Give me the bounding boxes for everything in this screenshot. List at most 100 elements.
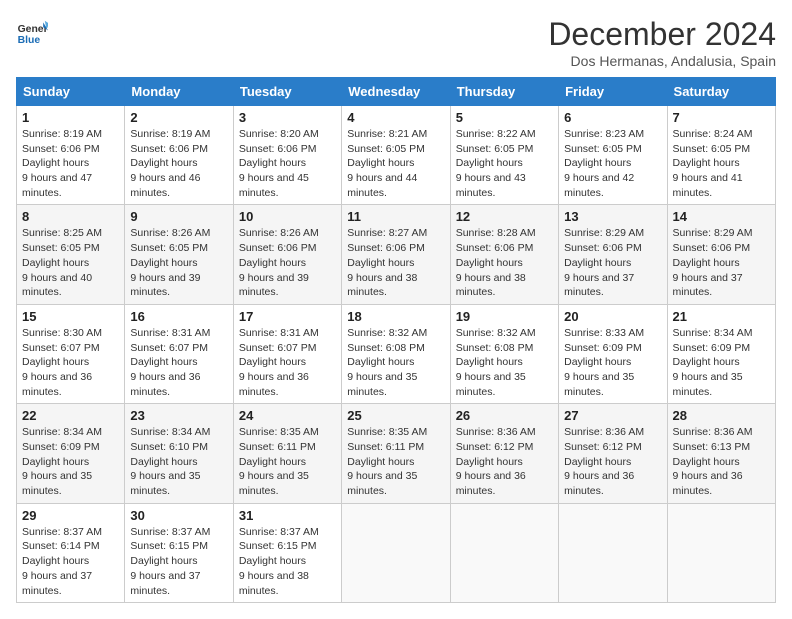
day-number: 14 [673,209,770,224]
day-info: Sunrise: 8:23 AMSunset: 6:05 PMDaylight … [564,128,644,199]
day-info: Sunrise: 8:21 AMSunset: 6:05 PMDaylight … [347,128,427,199]
weekday-header-thursday: Thursday [450,78,558,106]
day-info: Sunrise: 8:31 AMSunset: 6:07 PMDaylight … [130,327,210,398]
calendar-cell: 9 Sunrise: 8:26 AMSunset: 6:05 PMDayligh… [125,205,233,304]
day-info: Sunrise: 8:34 AMSunset: 6:10 PMDaylight … [130,426,210,497]
calendar-table: SundayMondayTuesdayWednesdayThursdayFrid… [16,77,776,603]
day-info: Sunrise: 8:29 AMSunset: 6:06 PMDaylight … [564,227,644,298]
day-number: 7 [673,110,770,125]
day-number: 18 [347,309,444,324]
day-number: 2 [130,110,227,125]
day-info: Sunrise: 8:34 AMSunset: 6:09 PMDaylight … [673,327,753,398]
day-info: Sunrise: 8:36 AMSunset: 6:13 PMDaylight … [673,426,753,497]
day-info: Sunrise: 8:37 AMSunset: 6:14 PMDaylight … [22,526,102,597]
day-info: Sunrise: 8:20 AMSunset: 6:06 PMDaylight … [239,128,319,199]
day-number: 19 [456,309,553,324]
day-info: Sunrise: 8:26 AMSunset: 6:06 PMDaylight … [239,227,319,298]
calendar-cell: 2 Sunrise: 8:19 AMSunset: 6:06 PMDayligh… [125,106,233,205]
day-info: Sunrise: 8:33 AMSunset: 6:09 PMDaylight … [564,327,644,398]
day-number: 3 [239,110,336,125]
weekday-header-wednesday: Wednesday [342,78,450,106]
week-row-5: 29 Sunrise: 8:37 AMSunset: 6:14 PMDaylig… [17,503,776,602]
day-number: 25 [347,408,444,423]
day-number: 15 [22,309,119,324]
day-number: 6 [564,110,661,125]
weekday-header-sunday: Sunday [17,78,125,106]
day-number: 5 [456,110,553,125]
day-number: 24 [239,408,336,423]
day-info: Sunrise: 8:24 AMSunset: 6:05 PMDaylight … [673,128,753,199]
calendar-cell: 23 Sunrise: 8:34 AMSunset: 6:10 PMDaylig… [125,404,233,503]
calendar-cell: 20 Sunrise: 8:33 AMSunset: 6:09 PMDaylig… [559,304,667,403]
calendar-cell: 19 Sunrise: 8:32 AMSunset: 6:08 PMDaylig… [450,304,558,403]
day-info: Sunrise: 8:37 AMSunset: 6:15 PMDaylight … [239,526,319,597]
calendar-cell [342,503,450,602]
calendar-cell: 26 Sunrise: 8:36 AMSunset: 6:12 PMDaylig… [450,404,558,503]
calendar-cell: 8 Sunrise: 8:25 AMSunset: 6:05 PMDayligh… [17,205,125,304]
calendar-cell: 22 Sunrise: 8:34 AMSunset: 6:09 PMDaylig… [17,404,125,503]
day-number: 31 [239,508,336,523]
day-info: Sunrise: 8:22 AMSunset: 6:05 PMDaylight … [456,128,536,199]
day-info: Sunrise: 8:36 AMSunset: 6:12 PMDaylight … [564,426,644,497]
month-title: December 2024 [548,16,776,53]
day-number: 30 [130,508,227,523]
weekday-header-friday: Friday [559,78,667,106]
week-row-4: 22 Sunrise: 8:34 AMSunset: 6:09 PMDaylig… [17,404,776,503]
day-number: 9 [130,209,227,224]
calendar-cell: 3 Sunrise: 8:20 AMSunset: 6:06 PMDayligh… [233,106,341,205]
day-number: 4 [347,110,444,125]
calendar-cell: 31 Sunrise: 8:37 AMSunset: 6:15 PMDaylig… [233,503,341,602]
day-info: Sunrise: 8:37 AMSunset: 6:15 PMDaylight … [130,526,210,597]
day-number: 12 [456,209,553,224]
week-row-1: 1 Sunrise: 8:19 AMSunset: 6:06 PMDayligh… [17,106,776,205]
day-info: Sunrise: 8:30 AMSunset: 6:07 PMDaylight … [22,327,102,398]
calendar-cell: 21 Sunrise: 8:34 AMSunset: 6:09 PMDaylig… [667,304,775,403]
day-number: 22 [22,408,119,423]
weekday-header-tuesday: Tuesday [233,78,341,106]
day-info: Sunrise: 8:36 AMSunset: 6:12 PMDaylight … [456,426,536,497]
weekday-header-row: SundayMondayTuesdayWednesdayThursdayFrid… [17,78,776,106]
calendar-cell: 7 Sunrise: 8:24 AMSunset: 6:05 PMDayligh… [667,106,775,205]
day-number: 17 [239,309,336,324]
calendar-cell: 30 Sunrise: 8:37 AMSunset: 6:15 PMDaylig… [125,503,233,602]
calendar-cell: 24 Sunrise: 8:35 AMSunset: 6:11 PMDaylig… [233,404,341,503]
calendar-cell: 17 Sunrise: 8:31 AMSunset: 6:07 PMDaylig… [233,304,341,403]
day-info: Sunrise: 8:32 AMSunset: 6:08 PMDaylight … [456,327,536,398]
calendar-cell [667,503,775,602]
day-info: Sunrise: 8:19 AMSunset: 6:06 PMDaylight … [130,128,210,199]
day-number: 21 [673,309,770,324]
calendar-cell: 13 Sunrise: 8:29 AMSunset: 6:06 PMDaylig… [559,205,667,304]
day-number: 16 [130,309,227,324]
day-number: 29 [22,508,119,523]
day-info: Sunrise: 8:35 AMSunset: 6:11 PMDaylight … [239,426,319,497]
day-info: Sunrise: 8:35 AMSunset: 6:11 PMDaylight … [347,426,427,497]
day-number: 11 [347,209,444,224]
day-info: Sunrise: 8:25 AMSunset: 6:05 PMDaylight … [22,227,102,298]
day-info: Sunrise: 8:27 AMSunset: 6:06 PMDaylight … [347,227,427,298]
calendar-cell: 29 Sunrise: 8:37 AMSunset: 6:14 PMDaylig… [17,503,125,602]
title-block: December 2024 Dos Hermanas, Andalusia, S… [548,16,776,69]
day-number: 1 [22,110,119,125]
day-number: 23 [130,408,227,423]
day-number: 26 [456,408,553,423]
calendar-cell [559,503,667,602]
logo-icon: General Blue [16,16,48,48]
calendar-cell: 10 Sunrise: 8:26 AMSunset: 6:06 PMDaylig… [233,205,341,304]
day-info: Sunrise: 8:29 AMSunset: 6:06 PMDaylight … [673,227,753,298]
calendar-cell: 27 Sunrise: 8:36 AMSunset: 6:12 PMDaylig… [559,404,667,503]
calendar-cell: 25 Sunrise: 8:35 AMSunset: 6:11 PMDaylig… [342,404,450,503]
calendar-cell: 6 Sunrise: 8:23 AMSunset: 6:05 PMDayligh… [559,106,667,205]
logo: General Blue [16,16,48,48]
week-row-2: 8 Sunrise: 8:25 AMSunset: 6:05 PMDayligh… [17,205,776,304]
day-number: 10 [239,209,336,224]
calendar-cell: 16 Sunrise: 8:31 AMSunset: 6:07 PMDaylig… [125,304,233,403]
calendar-cell [450,503,558,602]
calendar-cell: 18 Sunrise: 8:32 AMSunset: 6:08 PMDaylig… [342,304,450,403]
day-info: Sunrise: 8:26 AMSunset: 6:05 PMDaylight … [130,227,210,298]
day-number: 13 [564,209,661,224]
calendar-cell: 11 Sunrise: 8:27 AMSunset: 6:06 PMDaylig… [342,205,450,304]
day-number: 27 [564,408,661,423]
calendar-cell: 15 Sunrise: 8:30 AMSunset: 6:07 PMDaylig… [17,304,125,403]
day-info: Sunrise: 8:28 AMSunset: 6:06 PMDaylight … [456,227,536,298]
day-number: 8 [22,209,119,224]
